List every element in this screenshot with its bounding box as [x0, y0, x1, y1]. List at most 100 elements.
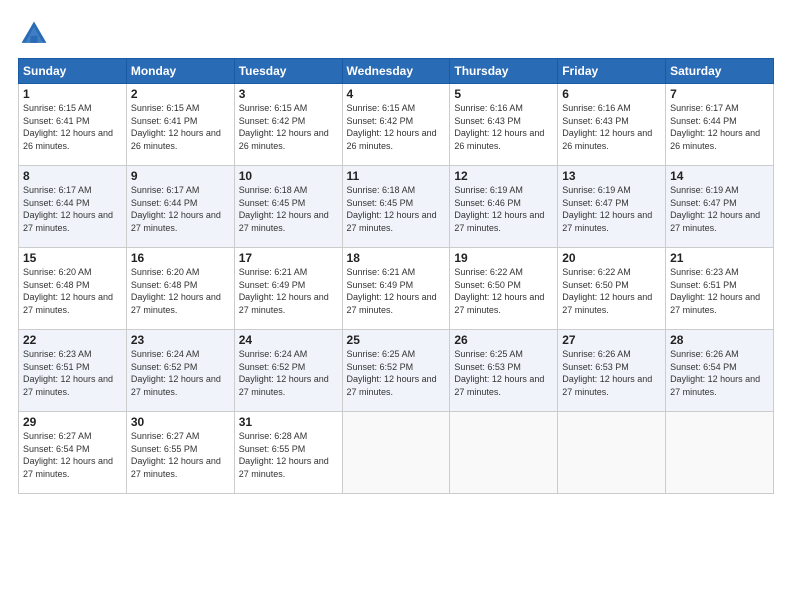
calendar-cell: 15 Sunrise: 6:20 AMSunset: 6:48 PMDaylig…: [19, 248, 127, 330]
header-sunday: Sunday: [19, 59, 127, 84]
day-number: 13: [562, 169, 661, 183]
calendar-week-2: 8 Sunrise: 6:17 AMSunset: 6:44 PMDayligh…: [19, 166, 774, 248]
calendar-cell: 4 Sunrise: 6:15 AMSunset: 6:42 PMDayligh…: [342, 84, 450, 166]
header-tuesday: Tuesday: [234, 59, 342, 84]
day-info: Sunrise: 6:16 AMSunset: 6:43 PMDaylight:…: [454, 103, 544, 151]
calendar-cell: 29 Sunrise: 6:27 AMSunset: 6:54 PMDaylig…: [19, 412, 127, 494]
header: [18, 18, 774, 50]
calendar-cell: 28 Sunrise: 6:26 AMSunset: 6:54 PMDaylig…: [666, 330, 774, 412]
calendar-week-4: 22 Sunrise: 6:23 AMSunset: 6:51 PMDaylig…: [19, 330, 774, 412]
day-info: Sunrise: 6:23 AMSunset: 6:51 PMDaylight:…: [670, 267, 760, 315]
day-info: Sunrise: 6:20 AMSunset: 6:48 PMDaylight:…: [131, 267, 221, 315]
day-info: Sunrise: 6:25 AMSunset: 6:53 PMDaylight:…: [454, 349, 544, 397]
day-info: Sunrise: 6:18 AMSunset: 6:45 PMDaylight:…: [239, 185, 329, 233]
day-number: 7: [670, 87, 769, 101]
calendar-cell: 30 Sunrise: 6:27 AMSunset: 6:55 PMDaylig…: [126, 412, 234, 494]
header-wednesday: Wednesday: [342, 59, 450, 84]
day-number: 8: [23, 169, 122, 183]
calendar-table: SundayMondayTuesdayWednesdayThursdayFrid…: [18, 58, 774, 494]
day-info: Sunrise: 6:19 AMSunset: 6:47 PMDaylight:…: [670, 185, 760, 233]
day-number: 5: [454, 87, 553, 101]
page: SundayMondayTuesdayWednesdayThursdayFrid…: [0, 0, 792, 612]
day-number: 25: [347, 333, 446, 347]
calendar-cell: 23 Sunrise: 6:24 AMSunset: 6:52 PMDaylig…: [126, 330, 234, 412]
calendar-cell: 8 Sunrise: 6:17 AMSunset: 6:44 PMDayligh…: [19, 166, 127, 248]
header-saturday: Saturday: [666, 59, 774, 84]
calendar-cell: [342, 412, 450, 494]
day-info: Sunrise: 6:22 AMSunset: 6:50 PMDaylight:…: [562, 267, 652, 315]
day-info: Sunrise: 6:25 AMSunset: 6:52 PMDaylight:…: [347, 349, 437, 397]
day-number: 24: [239, 333, 338, 347]
day-number: 14: [670, 169, 769, 183]
calendar-cell: 6 Sunrise: 6:16 AMSunset: 6:43 PMDayligh…: [558, 84, 666, 166]
day-number: 20: [562, 251, 661, 265]
day-info: Sunrise: 6:19 AMSunset: 6:47 PMDaylight:…: [562, 185, 652, 233]
calendar-cell: [558, 412, 666, 494]
calendar-cell: 1 Sunrise: 6:15 AMSunset: 6:41 PMDayligh…: [19, 84, 127, 166]
day-number: 10: [239, 169, 338, 183]
calendar-cell: 2 Sunrise: 6:15 AMSunset: 6:41 PMDayligh…: [126, 84, 234, 166]
day-number: 15: [23, 251, 122, 265]
calendar-cell: 26 Sunrise: 6:25 AMSunset: 6:53 PMDaylig…: [450, 330, 558, 412]
calendar-cell: 18 Sunrise: 6:21 AMSunset: 6:49 PMDaylig…: [342, 248, 450, 330]
day-number: 16: [131, 251, 230, 265]
day-info: Sunrise: 6:17 AMSunset: 6:44 PMDaylight:…: [131, 185, 221, 233]
calendar-week-3: 15 Sunrise: 6:20 AMSunset: 6:48 PMDaylig…: [19, 248, 774, 330]
day-info: Sunrise: 6:17 AMSunset: 6:44 PMDaylight:…: [23, 185, 113, 233]
day-info: Sunrise: 6:28 AMSunset: 6:55 PMDaylight:…: [239, 431, 329, 479]
calendar-cell: 3 Sunrise: 6:15 AMSunset: 6:42 PMDayligh…: [234, 84, 342, 166]
calendar-cell: 22 Sunrise: 6:23 AMSunset: 6:51 PMDaylig…: [19, 330, 127, 412]
day-number: 21: [670, 251, 769, 265]
day-number: 11: [347, 169, 446, 183]
day-number: 31: [239, 415, 338, 429]
day-number: 30: [131, 415, 230, 429]
day-info: Sunrise: 6:21 AMSunset: 6:49 PMDaylight:…: [347, 267, 437, 315]
calendar-cell: 10 Sunrise: 6:18 AMSunset: 6:45 PMDaylig…: [234, 166, 342, 248]
day-number: 18: [347, 251, 446, 265]
day-number: 23: [131, 333, 230, 347]
day-info: Sunrise: 6:23 AMSunset: 6:51 PMDaylight:…: [23, 349, 113, 397]
calendar-cell: 12 Sunrise: 6:19 AMSunset: 6:46 PMDaylig…: [450, 166, 558, 248]
calendar-cell: 16 Sunrise: 6:20 AMSunset: 6:48 PMDaylig…: [126, 248, 234, 330]
day-info: Sunrise: 6:15 AMSunset: 6:42 PMDaylight:…: [347, 103, 437, 151]
day-info: Sunrise: 6:26 AMSunset: 6:54 PMDaylight:…: [670, 349, 760, 397]
calendar-cell: 5 Sunrise: 6:16 AMSunset: 6:43 PMDayligh…: [450, 84, 558, 166]
calendar-cell: 31 Sunrise: 6:28 AMSunset: 6:55 PMDaylig…: [234, 412, 342, 494]
calendar-cell: 20 Sunrise: 6:22 AMSunset: 6:50 PMDaylig…: [558, 248, 666, 330]
day-info: Sunrise: 6:24 AMSunset: 6:52 PMDaylight:…: [239, 349, 329, 397]
calendar-cell: 25 Sunrise: 6:25 AMSunset: 6:52 PMDaylig…: [342, 330, 450, 412]
day-number: 29: [23, 415, 122, 429]
day-number: 1: [23, 87, 122, 101]
calendar-cell: [450, 412, 558, 494]
logo-icon: [18, 18, 50, 50]
day-info: Sunrise: 6:16 AMSunset: 6:43 PMDaylight:…: [562, 103, 652, 151]
calendar-cell: 14 Sunrise: 6:19 AMSunset: 6:47 PMDaylig…: [666, 166, 774, 248]
header-monday: Monday: [126, 59, 234, 84]
day-info: Sunrise: 6:19 AMSunset: 6:46 PMDaylight:…: [454, 185, 544, 233]
header-friday: Friday: [558, 59, 666, 84]
day-number: 26: [454, 333, 553, 347]
day-info: Sunrise: 6:27 AMSunset: 6:54 PMDaylight:…: [23, 431, 113, 479]
calendar-cell: 19 Sunrise: 6:22 AMSunset: 6:50 PMDaylig…: [450, 248, 558, 330]
day-number: 28: [670, 333, 769, 347]
calendar-week-1: 1 Sunrise: 6:15 AMSunset: 6:41 PMDayligh…: [19, 84, 774, 166]
day-info: Sunrise: 6:27 AMSunset: 6:55 PMDaylight:…: [131, 431, 221, 479]
day-info: Sunrise: 6:20 AMSunset: 6:48 PMDaylight:…: [23, 267, 113, 315]
day-number: 17: [239, 251, 338, 265]
day-info: Sunrise: 6:15 AMSunset: 6:41 PMDaylight:…: [23, 103, 113, 151]
day-info: Sunrise: 6:26 AMSunset: 6:53 PMDaylight:…: [562, 349, 652, 397]
day-info: Sunrise: 6:15 AMSunset: 6:41 PMDaylight:…: [131, 103, 221, 151]
day-number: 27: [562, 333, 661, 347]
calendar-cell: 17 Sunrise: 6:21 AMSunset: 6:49 PMDaylig…: [234, 248, 342, 330]
day-number: 9: [131, 169, 230, 183]
day-number: 12: [454, 169, 553, 183]
calendar-cell: 11 Sunrise: 6:18 AMSunset: 6:45 PMDaylig…: [342, 166, 450, 248]
calendar-cell: [666, 412, 774, 494]
calendar-cell: 24 Sunrise: 6:24 AMSunset: 6:52 PMDaylig…: [234, 330, 342, 412]
day-number: 19: [454, 251, 553, 265]
day-info: Sunrise: 6:24 AMSunset: 6:52 PMDaylight:…: [131, 349, 221, 397]
logo: [18, 18, 54, 50]
day-number: 6: [562, 87, 661, 101]
day-number: 3: [239, 87, 338, 101]
calendar-cell: 13 Sunrise: 6:19 AMSunset: 6:47 PMDaylig…: [558, 166, 666, 248]
